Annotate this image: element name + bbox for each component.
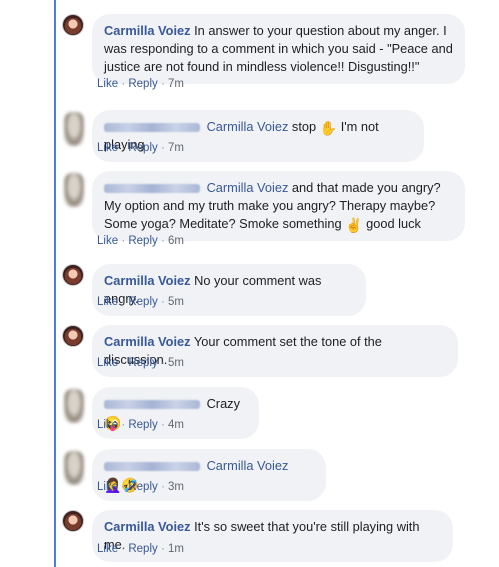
mention-link[interactable]: Carmilla Voiez — [207, 180, 289, 195]
comment-time[interactable]: 3m — [168, 481, 184, 493]
reply-link[interactable]: Reply — [128, 357, 157, 369]
separator: · — [121, 235, 126, 247]
reply-link[interactable]: Reply — [128, 235, 157, 247]
separator: · — [121, 543, 126, 555]
comment-time[interactable]: 1m — [168, 543, 184, 555]
comment-time[interactable]: 5m — [168, 296, 184, 308]
avatar[interactable] — [64, 173, 84, 207]
comment-actions: Like · Reply · 7m — [97, 78, 184, 90]
separator: · — [160, 78, 165, 90]
separator: · — [160, 543, 165, 555]
reply-link[interactable]: Reply — [128, 142, 157, 154]
separator: · — [121, 296, 126, 308]
like-link[interactable]: Like — [97, 235, 118, 247]
raised-hand-emoji-icon: ✋ — [319, 120, 338, 136]
mention-link[interactable]: Carmilla Voiez — [207, 119, 289, 134]
separator: · — [121, 357, 126, 369]
separator: · — [160, 419, 165, 431]
separator: · — [160, 481, 165, 493]
like-link[interactable]: Like — [97, 78, 118, 90]
separator: · — [160, 296, 165, 308]
separator: · — [121, 419, 126, 431]
separator: · — [160, 357, 165, 369]
comment-bubble: Carmilla Voiez In answer to your questio… — [92, 14, 465, 84]
comment-author[interactable]: Carmilla Voiez — [104, 273, 191, 288]
separator: · — [121, 481, 126, 493]
comment-time[interactable]: 7m — [168, 142, 184, 154]
comment-author[interactable]: Carmilla Voiez — [104, 23, 191, 38]
comment-actions: Like · Reply · 5m — [97, 357, 184, 369]
like-link[interactable]: Like — [97, 142, 118, 154]
reply-link[interactable]: Reply — [128, 296, 157, 308]
redacted-author-name — [104, 123, 200, 133]
comment-time[interactable]: 4m — [168, 419, 184, 431]
comment-bubble: Carmilla Voiez No your comment was angry… — [92, 264, 366, 316]
avatar[interactable] — [62, 325, 84, 347]
separator: · — [121, 78, 126, 90]
comment-actions: Like · Reply · 7m — [97, 142, 184, 154]
separator: · — [160, 142, 165, 154]
redacted-author-name — [104, 462, 200, 472]
separator: · — [160, 235, 165, 247]
reply-link[interactable]: Reply — [128, 419, 157, 431]
comment-text-continued: good luck — [366, 216, 421, 231]
comment-bubble: Crazy 😜 — [92, 387, 259, 439]
thread-rail — [54, 0, 56, 567]
avatar[interactable] — [64, 389, 84, 423]
avatar[interactable] — [62, 264, 84, 286]
like-link[interactable]: Like — [97, 296, 118, 308]
comment-actions: Like · Reply · 5m — [97, 296, 184, 308]
avatar[interactable] — [64, 451, 84, 485]
reply-link[interactable]: Reply — [128, 78, 157, 90]
redacted-author-name — [104, 184, 200, 194]
comment-bubble: Carmilla Voiez Your comment set the tone… — [92, 325, 458, 377]
like-link[interactable]: Like — [97, 419, 118, 431]
comment-actions: Like · Reply · 6m — [97, 235, 184, 247]
comment-time[interactable]: 5m — [168, 357, 184, 369]
comment-time[interactable]: 7m — [168, 78, 184, 90]
comment-bubble: Carmilla Voiez 🤦‍♀️🤣 — [92, 449, 326, 501]
like-link[interactable]: Like — [97, 543, 118, 555]
like-link[interactable]: Like — [97, 357, 118, 369]
comment-bubble: Carmilla Voiez stop ✋ I'm not playing — [92, 110, 424, 162]
separator: · — [121, 142, 126, 154]
comment-author[interactable]: Carmilla Voiez — [104, 519, 191, 534]
avatar[interactable] — [62, 510, 84, 532]
reply-link[interactable]: Reply — [128, 543, 157, 555]
avatar[interactable] — [62, 14, 84, 36]
comment-text: Crazy — [206, 396, 240, 411]
redacted-author-name — [104, 400, 200, 410]
like-link[interactable]: Like — [97, 481, 118, 493]
reply-link[interactable]: Reply — [128, 481, 157, 493]
comment-actions: Like · Reply · 3m — [97, 481, 184, 493]
comment-author[interactable]: Carmilla Voiez — [104, 334, 191, 349]
avatar[interactable] — [64, 112, 84, 146]
comment-bubble: Carmilla Voiez and that made you angry? … — [92, 171, 465, 241]
comment-actions: Like · Reply · 1m — [97, 543, 184, 555]
comment-actions: Like · Reply · 4m — [97, 419, 184, 431]
comment-time[interactable]: 6m — [168, 235, 184, 247]
victory-hand-emoji-icon: ✌ — [345, 217, 363, 233]
comment-text: stop — [291, 119, 317, 134]
mention-link[interactable]: Carmilla Voiez — [207, 458, 289, 473]
